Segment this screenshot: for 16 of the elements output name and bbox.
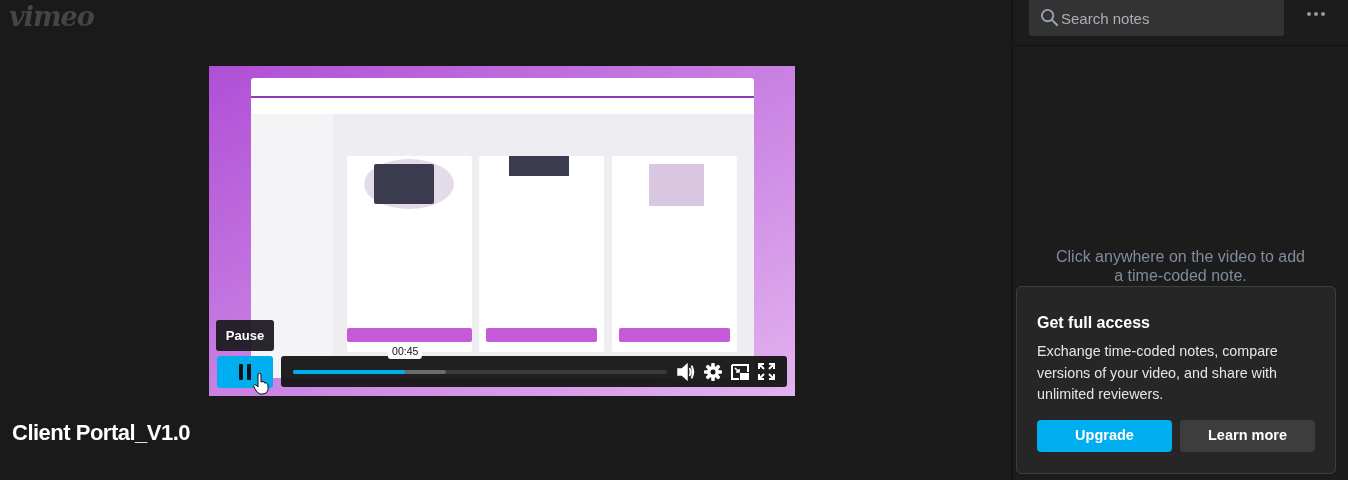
hand-cursor-icon [253, 373, 269, 395]
promo-title: Get full access [1037, 313, 1151, 333]
pause-button[interactable] [217, 356, 273, 388]
pause-icon [239, 364, 251, 380]
learn-more-button[interactable]: Learn more [1180, 419, 1315, 452]
volume-icon[interactable] [677, 362, 695, 381]
search-icon [1040, 8, 1059, 27]
video-title: Client Portal_V1.0 [12, 419, 192, 447]
pause-tooltip: Pause [216, 320, 274, 351]
search-field[interactable]: Search notes [1029, 0, 1284, 36]
empty-notes-hint: Click anywhere on the video to add a time-coded note. [1054, 247, 1306, 285]
more-icon[interactable] [1307, 12, 1325, 16]
picture-in-picture-icon[interactable] [731, 363, 749, 380]
promo-text: Exchange time-coded notes, compare versions of your video, and share with unlimited reviewers. [1037, 342, 1279, 404]
settings-icon[interactable] [704, 362, 722, 381]
fullscreen-icon[interactable] [758, 363, 775, 380]
